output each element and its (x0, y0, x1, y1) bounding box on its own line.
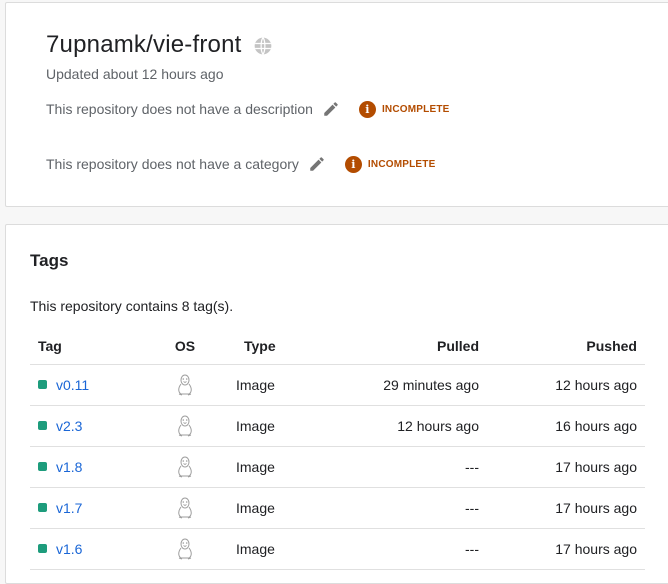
pulled-cell: --- (304, 487, 479, 529)
type-cell: Image (214, 528, 304, 570)
pulled-cell: --- (304, 446, 479, 488)
tag-row: v1.7 Image --- 17 hours ago (30, 487, 645, 529)
linux-icon (176, 538, 194, 560)
os-cell (156, 487, 214, 529)
tag-cell-inner: v2.3 (38, 418, 156, 434)
os-cell (156, 405, 214, 447)
pushed-cell: 17 hours ago (479, 528, 645, 570)
pushed-cell: 17 hours ago (479, 446, 645, 488)
tag-cell-inner: v1.6 (38, 541, 156, 557)
description-status-label: INCOMPLETE (381, 103, 450, 115)
tag-cell: v1.8 (30, 446, 156, 488)
tag-cell: v0.11 (30, 364, 156, 406)
category-status-badge: i INCOMPLETE (344, 155, 436, 173)
type-cell: Image (214, 446, 304, 488)
tag-cell: v2.3 (30, 405, 156, 447)
tag-row: v0.11 Image 29 minutes ago 12 hours ago (30, 364, 645, 406)
linux-icon (176, 415, 194, 437)
category-status-label: INCOMPLETE (367, 158, 436, 170)
tag-link[interactable]: v1.7 (56, 500, 82, 516)
tag-cell-inner: v0.11 (38, 377, 156, 393)
tag-status-dot (38, 462, 47, 471)
tag-row: v1.8 Image --- 17 hours ago (30, 446, 645, 488)
type-cell: Image (214, 364, 304, 406)
column-header-os: OS (156, 328, 214, 365)
tag-status-dot (38, 380, 47, 389)
tag-link[interactable]: v1.8 (56, 459, 82, 475)
linux-icon (176, 456, 194, 478)
edit-category-pencil-icon[interactable] (308, 155, 326, 173)
tags-count-text: This repository contains 8 tag(s). (30, 298, 234, 314)
pulled-cell: 29 minutes ago (304, 364, 479, 406)
repository-info-card: 7upnamk/vie-front Updated about 12 hours… (5, 2, 668, 207)
tag-link[interactable]: v1.6 (56, 541, 82, 557)
repository-title: 7upnamk/vie-front (46, 31, 242, 58)
column-header-pulled[interactable]: Pulled (304, 328, 479, 365)
info-icon: i (358, 100, 376, 118)
os-cell (156, 528, 214, 570)
pulled-cell: --- (304, 528, 479, 570)
description-row: This repository does not have a descript… (46, 99, 450, 119)
linux-icon (176, 374, 194, 396)
tags-heading: Tags (30, 251, 69, 270)
description-text: This repository does not have a descript… (46, 101, 313, 117)
pulled-cell: 12 hours ago (304, 405, 479, 447)
column-header-type: Type (214, 328, 304, 365)
tags-card: Tags This repository contains 8 tag(s). … (5, 224, 668, 584)
tag-link[interactable]: v0.11 (56, 377, 89, 393)
type-cell: Image (214, 487, 304, 529)
tag-status-dot (38, 421, 47, 430)
os-cell (156, 364, 214, 406)
pushed-cell: 17 hours ago (479, 487, 645, 529)
description-status-badge: i INCOMPLETE (358, 100, 450, 118)
column-header-tag[interactable]: Tag (30, 328, 156, 365)
tag-status-dot (38, 503, 47, 512)
column-header-pushed[interactable]: Pushed (479, 328, 645, 365)
updated-timestamp: Updated about 12 hours ago (46, 66, 224, 82)
pushed-cell: 12 hours ago (479, 364, 645, 406)
pushed-cell: 16 hours ago (479, 405, 645, 447)
type-cell: Image (214, 405, 304, 447)
tag-link[interactable]: v2.3 (56, 418, 82, 434)
os-cell (156, 446, 214, 488)
linux-icon (176, 497, 194, 519)
tag-cell: v1.7 (30, 487, 156, 529)
tag-cell-inner: v1.8 (38, 459, 156, 475)
info-icon: i (344, 155, 362, 173)
tag-row: v2.3 Image 12 hours ago 16 hours ago (30, 405, 645, 447)
category-text: This repository does not have a category (46, 156, 299, 172)
tag-cell-inner: v1.7 (38, 500, 156, 516)
tag-cell: v1.6 (30, 528, 156, 570)
tags-table: Tag OS Type Pulled Pushed v0.11 Image 29 m… (30, 328, 645, 570)
tag-row: v1.6 Image --- 17 hours ago (30, 528, 645, 570)
tag-status-dot (38, 544, 47, 553)
globe-icon (253, 35, 273, 56)
category-row: This repository does not have a category… (46, 154, 435, 174)
edit-description-pencil-icon[interactable] (322, 100, 340, 118)
tags-table-header: Tag OS Type Pulled Pushed (30, 328, 645, 365)
repository-title-row: 7upnamk/vie-front (46, 31, 273, 59)
